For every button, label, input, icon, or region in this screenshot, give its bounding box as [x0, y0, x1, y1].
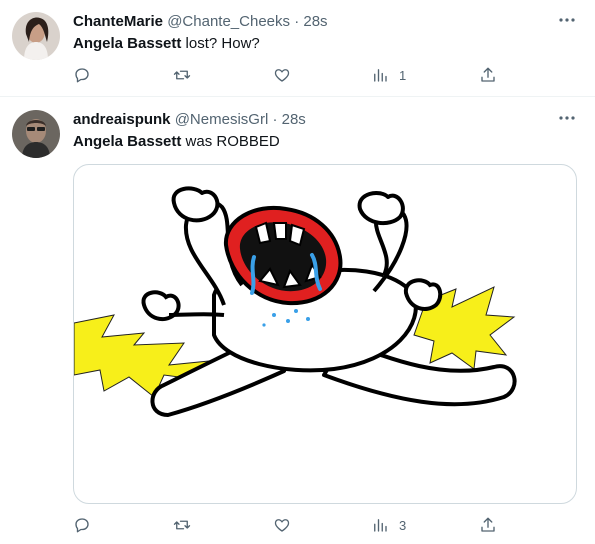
- tweet-text: Angela Bassett was ROBBED: [73, 132, 280, 152]
- share-button[interactable]: [479, 65, 497, 85]
- like-button[interactable]: [273, 515, 291, 535]
- separator-dot: ·: [294, 13, 300, 30]
- display-name[interactable]: andreaispunk: [73, 111, 171, 128]
- separator-dot: ·: [272, 111, 278, 128]
- tweet-text-bold: Angela Bassett: [73, 133, 182, 150]
- tweet-text-rest: lost? How?: [181, 35, 260, 52]
- user-avatar[interactable]: [12, 110, 60, 158]
- avatar-photo-icon: [12, 12, 60, 60]
- reply-icon: [75, 68, 89, 83]
- user-handle[interactable]: @Chante_Cheeks: [167, 13, 290, 30]
- tweet-1[interactable]: ChanteMarie @Chante_Cheeks · 28s Angela …: [0, 0, 595, 97]
- more-dots-icon[interactable]: [557, 108, 577, 128]
- more-dots-icon[interactable]: [557, 10, 577, 30]
- tweet-header: ChanteMarie @Chante_Cheeks · 28s: [73, 12, 328, 32]
- views-chart-icon: [374, 519, 387, 532]
- tweet-text-rest: was ROBBED: [181, 133, 280, 150]
- tweet-time[interactable]: 28s: [303, 13, 327, 30]
- retweet-icon: [173, 70, 191, 80]
- tweet-text-bold: Angela Bassett: [73, 35, 182, 52]
- retweet-icon: [173, 520, 191, 530]
- views-button[interactable]: 1: [371, 65, 406, 85]
- reply-button[interactable]: [73, 65, 91, 85]
- reply-button[interactable]: [73, 515, 91, 535]
- tweet-text: Angela Bassett lost? How?: [73, 34, 260, 54]
- share-icon: [481, 517, 495, 532]
- retweet-button[interactable]: [173, 65, 191, 85]
- heart-icon: [274, 519, 290, 532]
- user-avatar[interactable]: [12, 12, 60, 60]
- heart-icon: [274, 69, 290, 82]
- tweet-time[interactable]: 28s: [282, 111, 306, 128]
- retweet-button[interactable]: [173, 515, 191, 535]
- user-handle[interactable]: @NemesisGrl: [175, 111, 269, 128]
- tweet-actions: 3: [73, 515, 503, 535]
- avatar-photo-icon: [12, 110, 60, 158]
- like-button[interactable]: [273, 65, 291, 85]
- share-button[interactable]: [479, 515, 497, 535]
- views-chart-icon: [374, 69, 387, 82]
- views-count: 1: [399, 67, 407, 83]
- tweet-actions: 1: [73, 65, 503, 85]
- display-name[interactable]: ChanteMarie: [73, 13, 163, 30]
- views-button[interactable]: 3: [371, 515, 406, 535]
- share-icon: [481, 67, 495, 82]
- crying-screaming-cartoon-drawing: [74, 186, 517, 417]
- tweet-header: andreaispunk @NemesisGrl · 28s: [73, 110, 306, 130]
- tweet-2[interactable]: andreaispunk @NemesisGrl · 28s Angela Ba…: [0, 98, 595, 544]
- tweet-media-image[interactable]: [73, 164, 577, 504]
- reply-icon: [75, 518, 89, 533]
- views-count: 3: [399, 517, 407, 533]
